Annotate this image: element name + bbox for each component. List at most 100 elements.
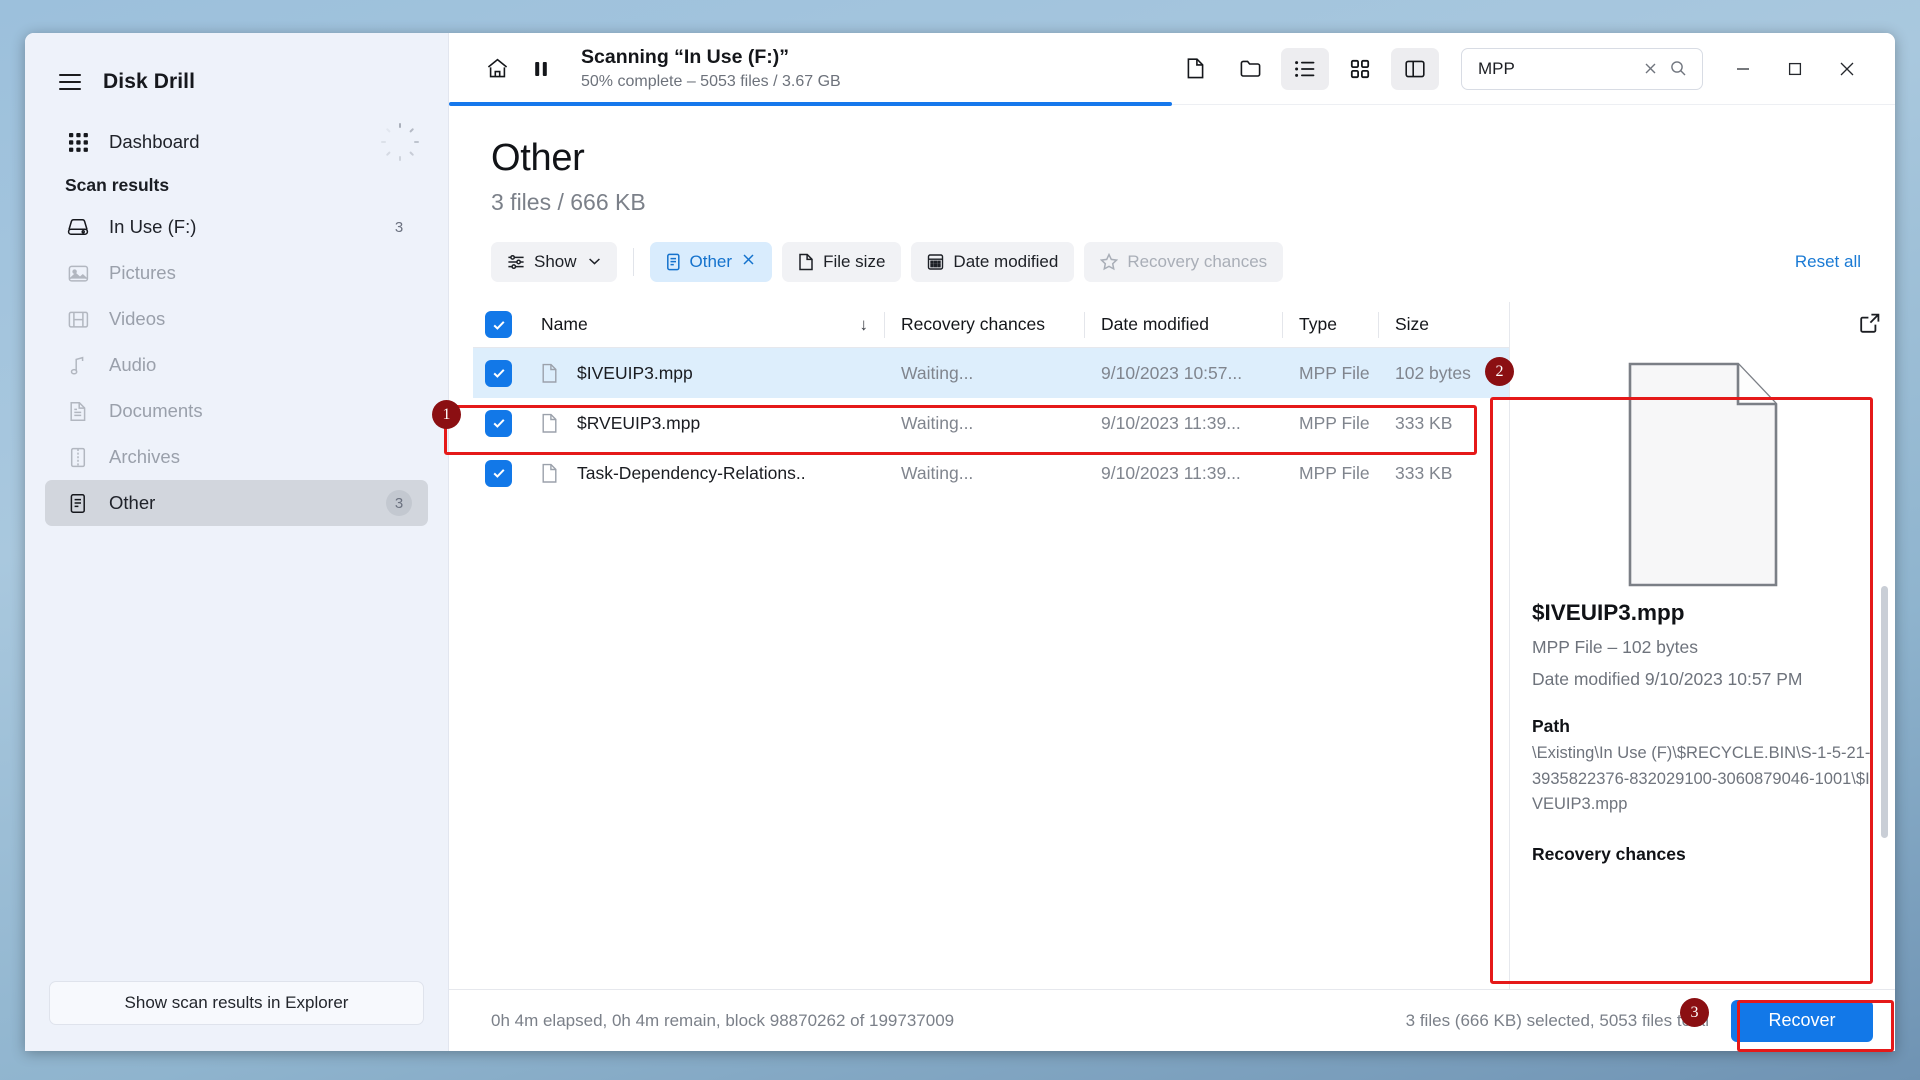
folder-view-icon[interactable] [1226,48,1274,90]
table-row[interactable]: Task-Dependency-Relations.. Waiting... 9… [473,448,1509,498]
table-row[interactable]: $IVEUIP3.mpp Waiting... 9/10/2023 10:57.… [473,348,1509,398]
status-right: 3 files (666 KB) selected, 5053 files to… [1406,999,1873,1042]
sidebar-item-dashboard[interactable]: Dashboard [45,119,428,165]
show-scan-results-in-explorer-button[interactable]: Show scan results in Explorer [49,981,424,1025]
sidebar-section-scan-results: Scan results [65,175,170,195]
preview-recovery-heading: Recovery chances [1532,843,1686,864]
status-bar: 0h 4m elapsed, 0h 4m remain, block 98870… [449,989,1895,1051]
file-icon [541,413,563,434]
list-view-icon[interactable] [1281,47,1329,90]
other-file-icon [666,253,680,271]
preview-scrollbar[interactable] [1881,586,1888,838]
view-toggle-group [1171,47,1439,90]
sort-descending-icon: ↓ [859,314,869,334]
search-input[interactable]: MPP [1461,47,1703,90]
sliders-icon [508,254,524,270]
hamburger-icon[interactable] [59,73,81,90]
table-header: Name ↓ Recovery chances Date modified Ty… [473,302,1509,348]
file-view-icon[interactable] [1171,48,1219,90]
disk-drill-window: Disk Drill Dashboard Scan results In Use… [25,33,1895,1051]
sidebar: Disk Drill Dashboard Scan results In Use… [25,33,449,1051]
close-icon[interactable] [1636,61,1664,76]
page-header: Other 3 files / 666 KB [449,105,1895,216]
row-recovery-cell: Waiting... [901,462,974,483]
close-icon[interactable] [741,252,756,272]
page-subtitle: 3 files / 666 KB [491,189,646,215]
image-icon [65,264,91,283]
window-controls [1717,46,1873,92]
row-name-cell: $RVEUIP3.mpp [541,413,885,434]
maximize-icon[interactable] [1769,46,1821,92]
row-checkbox[interactable] [485,409,541,437]
column-header-recovery-chances[interactable]: Recovery chances [885,311,1085,338]
external-link-icon[interactable] [1859,312,1881,339]
scan-title: Scanning “In Use (F:)” [581,46,790,69]
content-split: Name ↓ Recovery chances Date modified Ty… [449,302,1895,989]
row-recovery-cell: Waiting... [901,362,974,383]
sidebar-item-audio[interactable]: Audio [45,342,428,388]
callout-badge-1: 1 [432,400,461,429]
column-header-date-modified[interactable]: Date modified [1085,311,1283,338]
sidebar-item-label: Dashboard [109,131,200,152]
filter-chip-recovery-chances[interactable]: Recovery chances [1084,242,1284,282]
column-header-name[interactable]: Name ↓ [541,311,885,338]
filter-chip-label: Recovery chances [1127,252,1268,271]
file-name: $IVEUIP3.mpp [577,362,693,383]
preview-path-heading: Path [1532,716,1570,736]
filter-chip-date-modified[interactable]: Date modified [911,242,1075,282]
filter-chip-file-size[interactable]: File size [782,242,902,282]
recover-button[interactable]: Recover [1731,999,1873,1042]
sidebar-item-in-use-f[interactable]: In Use (F:) 3 [45,204,428,250]
sidebar-item-documents[interactable]: Documents [45,388,428,434]
column-label: Size [1395,314,1430,334]
row-checkbox[interactable] [485,359,541,387]
column-label: Name [541,314,588,334]
row-size-cell: 333 KB [1395,462,1453,483]
filter-chip-other[interactable]: Other [649,242,773,282]
grid-view-icon[interactable] [1336,48,1384,90]
calendar-icon [928,254,944,270]
preview-body: $IVEUIP3.mpp MPP File – 102 bytes Date m… [1510,348,1895,989]
column-header-size[interactable]: Size [1379,314,1509,335]
show-filter-label: Show [534,252,577,271]
preview-meta: MPP File – 102 bytes [1532,637,1699,657]
row-type-cell: MPP File [1299,362,1370,383]
search-icon[interactable] [1664,60,1692,77]
sidebar-item-archives[interactable]: Archives [45,434,428,480]
star-icon [1100,253,1119,271]
music-note-icon [65,356,91,375]
divider [632,248,634,276]
callout-badge-3: 3 [1680,998,1709,1027]
column-header-type[interactable]: Type [1283,311,1379,338]
sidebar-item-count: 3 [394,218,404,236]
row-size-cell: 333 KB [1395,412,1453,433]
file-icon [541,363,563,384]
column-label: Date modified [1101,314,1209,334]
reset-all-button[interactable]: Reset all [1795,252,1861,272]
select-all-checkbox[interactable] [485,311,541,338]
sidebar-item-label: Other [109,492,156,513]
row-date-cell: 9/10/2023 10:57... [1101,362,1243,383]
file-icon [541,463,563,484]
sidebar-item-label: Archives [109,446,180,467]
sidebar-item-pictures[interactable]: Pictures [45,250,428,296]
app-title: Disk Drill [103,69,196,93]
show-filter-button[interactable]: Show [491,242,617,282]
row-date-cell: 9/10/2023 11:39... [1101,412,1241,433]
scan-progress-text: 0h 4m elapsed, 0h 4m remain, block 98870… [491,1010,955,1030]
preview-thumbnail [1510,348,1895,600]
sidebar-item-label: Pictures [109,262,176,283]
minimize-icon[interactable] [1717,46,1769,92]
row-checkbox[interactable] [485,459,541,487]
preview-pane-icon[interactable] [1391,47,1439,90]
document-icon [799,253,813,271]
page-title: Other [491,137,585,179]
sidebar-item-videos[interactable]: Videos [45,296,428,342]
main-panel: Scanning “In Use (F:)” 50% complete – 50… [449,33,1895,1051]
preview-details: $IVEUIP3.mpp MPP File – 102 bytes Date m… [1510,600,1895,865]
table-row[interactable]: $RVEUIP3.mpp Waiting... 9/10/2023 11:39.… [473,398,1509,448]
sidebar-item-other[interactable]: Other 3 [45,480,428,526]
close-icon[interactable] [1821,46,1873,92]
home-icon[interactable] [475,49,519,89]
pause-icon[interactable] [519,49,563,89]
